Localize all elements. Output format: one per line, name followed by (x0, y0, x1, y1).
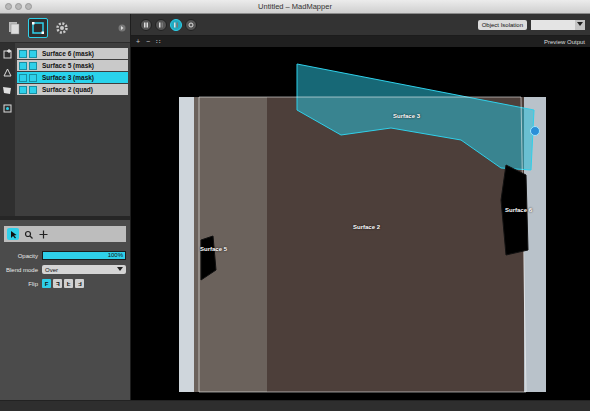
visible-toggle[interactable] (19, 62, 27, 70)
madmapper-window: Untitled – MadMapperSurface 6 (mask)Surf… (0, 0, 590, 411)
opacity-value: 100% (108, 252, 123, 259)
media-icon (7, 21, 21, 35)
main-area: Object Isolation +−∷ Preview Output Surface… (131, 14, 590, 400)
view-mode-button[interactable] (140, 19, 152, 31)
output-canvas: Surface 3 Surface 2 Surface 6 Surface 5 (131, 47, 590, 400)
surface-list: Surface 6 (mask) Surface 5 (mask) Surface … (15, 43, 130, 216)
surface-tool[interactable] (2, 84, 14, 96)
flip-button[interactable]: F (42, 279, 51, 288)
surface-shape[interactable] (297, 64, 534, 170)
surface-label: Surface 3 (mask) (39, 74, 94, 81)
view-mode-button[interactable] (170, 19, 182, 31)
preview-icon (188, 22, 194, 28)
canvas-control[interactable]: + (136, 38, 140, 45)
surfaces-overlay (131, 47, 590, 400)
edit-tool[interactable] (37, 228, 49, 240)
split-icon (143, 22, 149, 28)
surface-name: Surface 6 (505, 207, 532, 213)
opacity-slider[interactable]: 100% (42, 251, 126, 260)
surface-tool[interactable] (2, 66, 14, 78)
add-quad-icon (2, 49, 13, 60)
view-mode-button[interactable] (155, 19, 167, 31)
properties-panel: Opacity100%Blend modeOverFlipFFFF (0, 220, 130, 400)
solo-toggle[interactable] (29, 50, 37, 58)
sidebar-tab[interactable] (52, 18, 72, 38)
solo-toggle[interactable] (29, 86, 37, 94)
edit-tools (4, 226, 126, 242)
edit-tool[interactable] (22, 228, 34, 240)
view-modes (136, 19, 197, 31)
solo-toggle[interactable] (29, 62, 37, 70)
surface-tool[interactable] (2, 48, 14, 60)
surface-shape[interactable] (201, 236, 216, 280)
zoom-icon[interactable] (25, 3, 32, 10)
gear-icon (55, 21, 69, 35)
isolation-dropdown[interactable] (531, 20, 585, 30)
surface-shape[interactable] (199, 97, 526, 392)
opacity-label: Opacity (4, 253, 38, 259)
caret-icon (577, 22, 583, 27)
edit-tool[interactable] (7, 228, 19, 240)
window-title: Untitled – MadMapper (258, 2, 332, 11)
canvas-controls: +−∷ Preview Output (131, 36, 590, 47)
surfaces-icon (31, 21, 45, 35)
close-icon[interactable] (5, 3, 12, 10)
blend-mode-dropdown[interactable]: Over (42, 265, 126, 274)
canvas-control[interactable]: ∷ (156, 38, 160, 46)
surface-tool[interactable] (2, 102, 14, 114)
sidebar-tab[interactable] (28, 18, 48, 38)
minimize-icon[interactable] (15, 3, 22, 10)
visible-toggle[interactable] (19, 86, 27, 94)
add-triangle-icon (2, 67, 13, 78)
sidebar: Surface 6 (mask) Surface 5 (mask) Surface … (0, 14, 131, 400)
surface-name: Surface 3 (393, 113, 420, 119)
opacity-row: Opacity 100% (4, 251, 126, 260)
flip-button[interactable]: F (64, 279, 73, 288)
surface-row[interactable]: Surface 6 (mask) (17, 48, 128, 59)
sidebar-tab[interactable] (4, 18, 24, 38)
flip-button[interactable]: F (75, 279, 84, 288)
surface-name: Surface 2 (353, 224, 380, 230)
surface-row[interactable]: Surface 5 (mask) (17, 60, 128, 71)
solo-toggle[interactable] (29, 74, 37, 82)
flip-row: FlipFFFF (4, 279, 126, 288)
zoom-icon (24, 230, 33, 239)
visible-toggle[interactable] (19, 50, 27, 58)
surface-list-panel: Surface 6 (mask) Surface 5 (mask) Surface … (0, 43, 130, 216)
surface-label: Surface 2 (quad) (39, 86, 93, 93)
flip-label: Flip (4, 281, 38, 287)
surface-name: Surface 5 (200, 246, 227, 252)
preview-output-label: Preview Output (544, 39, 585, 45)
surface-row[interactable]: Surface 2 (quad) (17, 84, 128, 95)
view-mode-button[interactable] (185, 19, 197, 31)
arrow-icon (9, 230, 18, 239)
window-controls (5, 3, 32, 10)
blend-mode-row: Blend mode Over (4, 265, 126, 274)
status-bar (0, 400, 590, 411)
blend-mode-label: Blend mode (4, 267, 38, 273)
input-icon (158, 22, 164, 28)
title-bar: Untitled – MadMapper (0, 0, 590, 14)
canvas-control[interactable]: − (146, 38, 150, 45)
move-icon (39, 230, 48, 239)
flip-button[interactable]: F (53, 279, 62, 288)
object-isolation-button[interactable]: Object Isolation (478, 20, 527, 30)
toolbar: Object Isolation (131, 14, 590, 36)
visible-toggle[interactable] (19, 74, 27, 82)
surface-label: Surface 6 (mask) (39, 50, 94, 57)
add-mask-icon (2, 85, 13, 96)
sidebar-tabs (0, 14, 130, 43)
surface-label: Surface 5 (mask) (39, 62, 94, 69)
add-circle-icon (2, 103, 13, 114)
surface-row[interactable]: Surface 3 (mask) (17, 72, 128, 83)
collapse-icon[interactable] (118, 24, 126, 32)
corner-handle[interactable] (530, 126, 540, 136)
surface-tools (0, 43, 15, 216)
output-icon (173, 22, 179, 28)
caret-icon (117, 267, 123, 272)
